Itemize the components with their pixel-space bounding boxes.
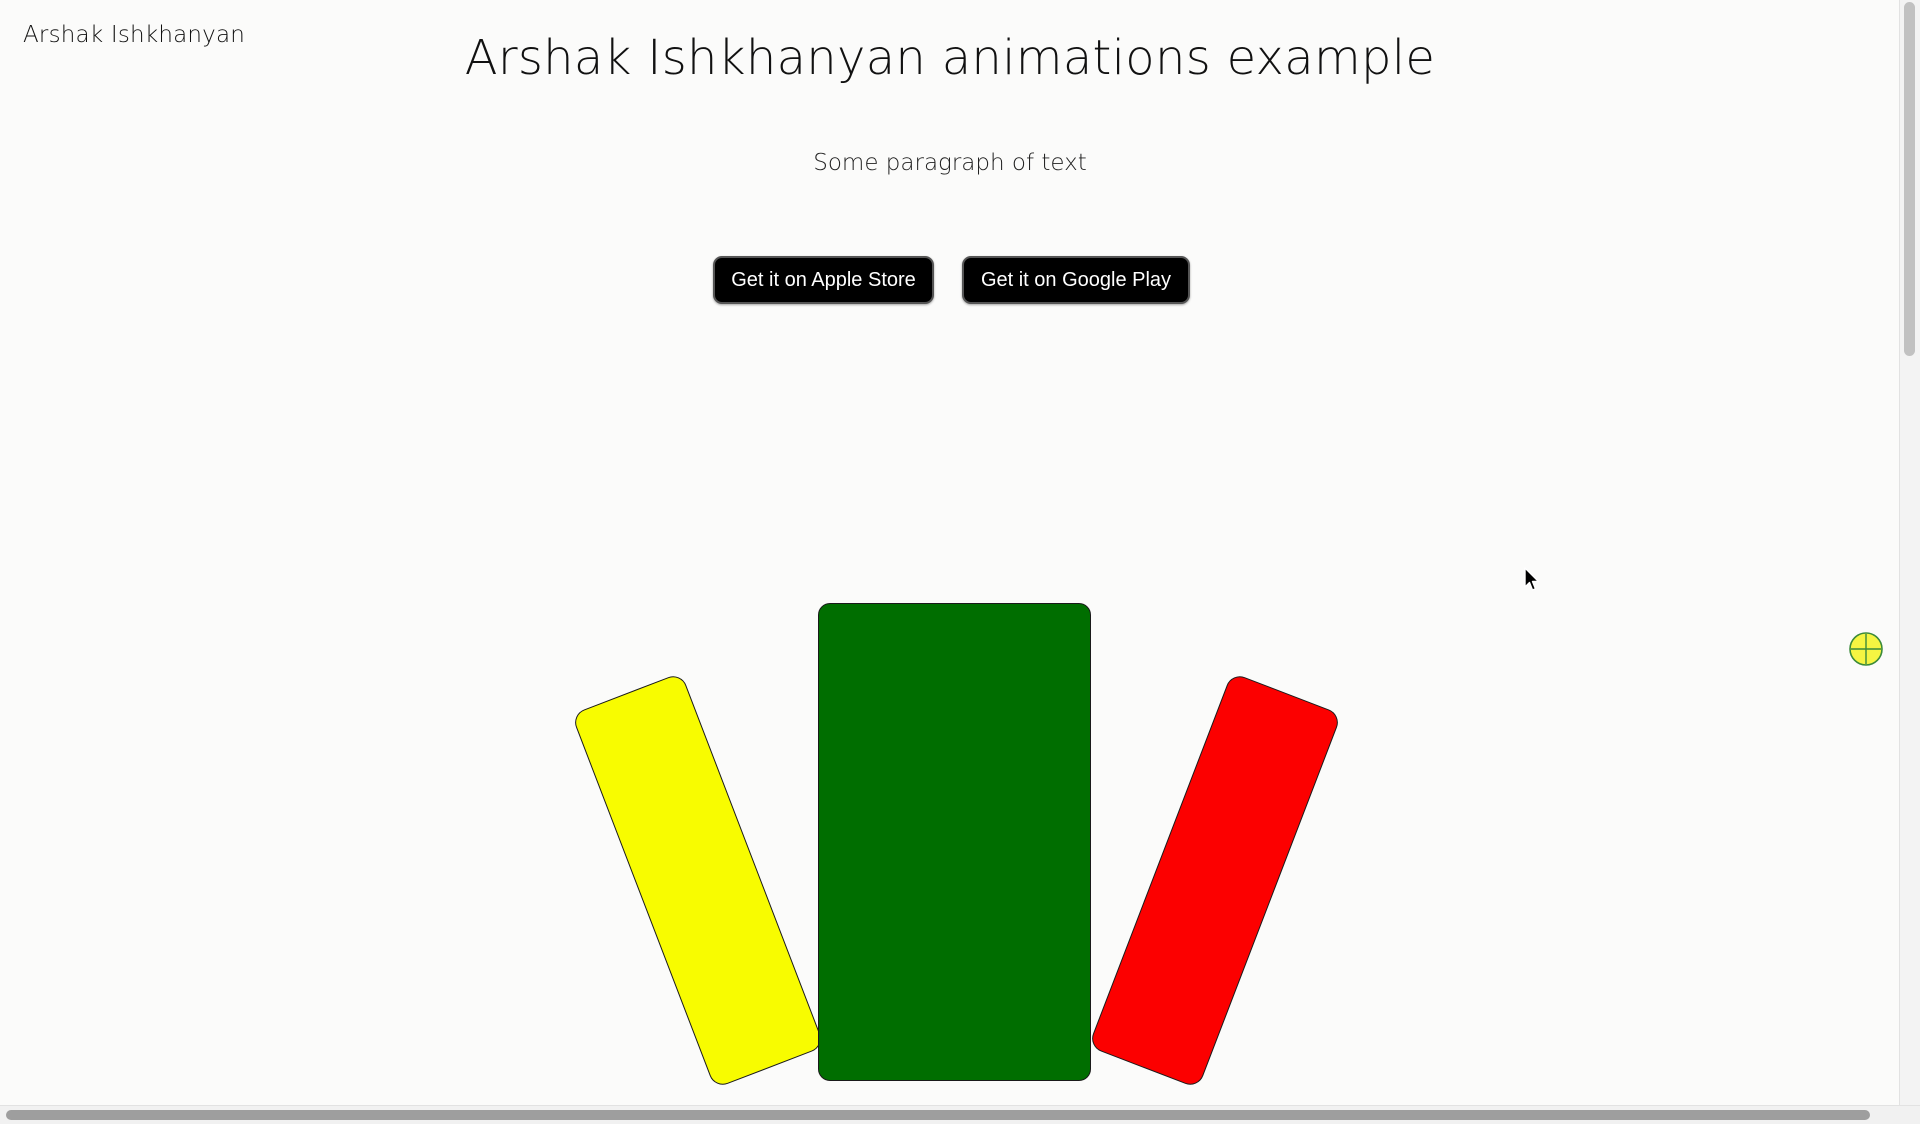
mouse-pointer-icon	[1524, 567, 1540, 591]
red-card[interactable]	[1088, 672, 1342, 1089]
vertical-scrollbar-thumb[interactable]	[1904, 2, 1915, 356]
apple-store-button[interactable]: Get it on Apple Store	[713, 256, 934, 304]
crosshair-icon	[1849, 632, 1883, 666]
vertical-scrollbar[interactable]	[1899, 0, 1920, 1124]
green-card[interactable]	[818, 603, 1091, 1081]
store-buttons: Get it on Apple Store Get it on Google P…	[0, 256, 1900, 304]
google-play-button[interactable]: Get it on Google Play	[962, 256, 1190, 304]
intro-paragraph: Some paragraph of text	[813, 150, 1087, 176]
horizontal-scrollbar-thumb[interactable]	[6, 1110, 1870, 1120]
yellow-card[interactable]	[571, 672, 825, 1089]
horizontal-scrollbar[interactable]	[0, 1105, 1920, 1124]
page-title: Arshak Ishkhanyan animations example	[464, 30, 1436, 86]
